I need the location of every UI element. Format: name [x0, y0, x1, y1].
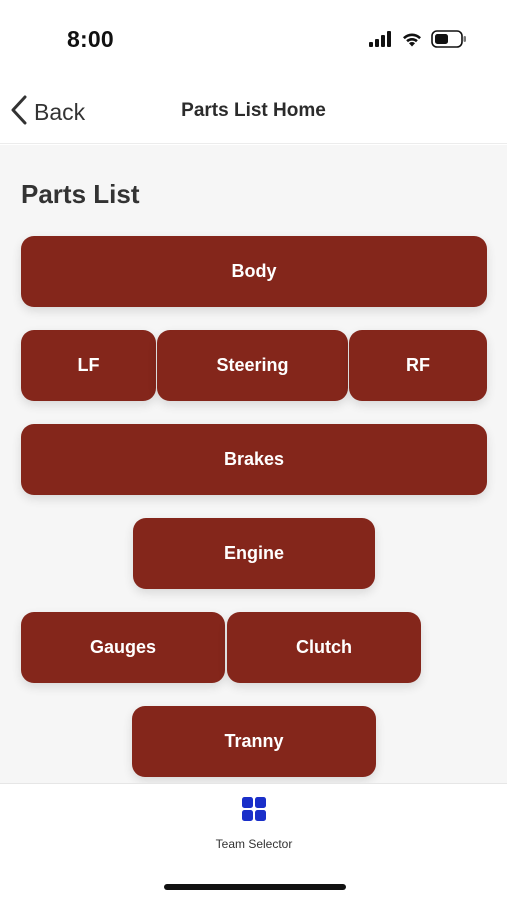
- tab-team-selector[interactable]: Team Selector: [193, 796, 315, 856]
- rf-button[interactable]: RF: [349, 330, 487, 401]
- home-indicator[interactable]: [164, 884, 346, 890]
- tab-label: Team Selector: [215, 837, 293, 851]
- app-screen: 8:00 Back Parts List Home Parts List Bod…: [0, 0, 507, 900]
- status-bar: 8:00: [0, 0, 507, 82]
- engine-button[interactable]: Engine: [133, 518, 375, 589]
- wifi-icon: [401, 31, 423, 52]
- page-title: Parts List Home: [181, 100, 326, 121]
- nav-bar: Back Parts List Home: [0, 82, 507, 144]
- body-button[interactable]: Body: [21, 236, 487, 307]
- gauges-button[interactable]: Gauges: [21, 612, 225, 683]
- brakes-button[interactable]: Brakes: [21, 424, 487, 495]
- steering-button[interactable]: Steering: [157, 330, 348, 401]
- cellular-signal-icon: [369, 30, 393, 52]
- status-icons: [369, 29, 467, 53]
- tab-bar: Team Selector: [0, 783, 507, 900]
- tranny-button[interactable]: Tranny: [132, 706, 376, 777]
- lf-button[interactable]: LF: [21, 330, 156, 401]
- parts-list-content: Parts List Body LF Steering RF Brakes En…: [0, 145, 507, 783]
- grid-icon: [241, 796, 267, 827]
- section-title: Parts List: [21, 179, 140, 209]
- status-time: 8:00: [67, 26, 114, 52]
- clutch-button[interactable]: Clutch: [227, 612, 421, 683]
- battery-icon: [431, 29, 467, 53]
